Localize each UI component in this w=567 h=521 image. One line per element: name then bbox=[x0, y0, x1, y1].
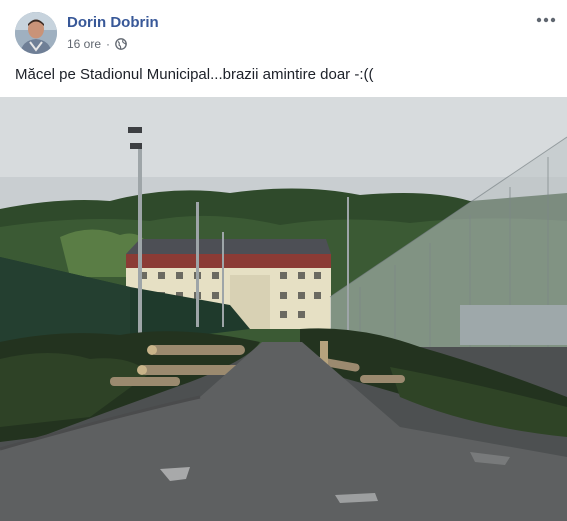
avatar-image bbox=[15, 12, 57, 54]
post-header: Dorin Dobrin 16 ore · bbox=[0, 0, 567, 60]
meta-separator: · bbox=[106, 37, 111, 51]
post-meta: 16 ore · bbox=[67, 37, 127, 51]
facebook-post: Dorin Dobrin 16 ore · Măcel pe Stadionul… bbox=[0, 0, 567, 521]
author-name-link[interactable]: Dorin Dobrin bbox=[67, 14, 159, 31]
author-avatar[interactable] bbox=[15, 12, 57, 54]
more-options-icon[interactable] bbox=[535, 10, 557, 30]
post-photo[interactable] bbox=[0, 97, 567, 521]
globe-icon[interactable] bbox=[115, 38, 127, 50]
stadium-photo-image bbox=[0, 97, 567, 521]
post-timestamp[interactable]: 16 ore bbox=[67, 37, 101, 51]
post-caption: Măcel pe Stadionul Municipal...brazii am… bbox=[15, 66, 374, 83]
